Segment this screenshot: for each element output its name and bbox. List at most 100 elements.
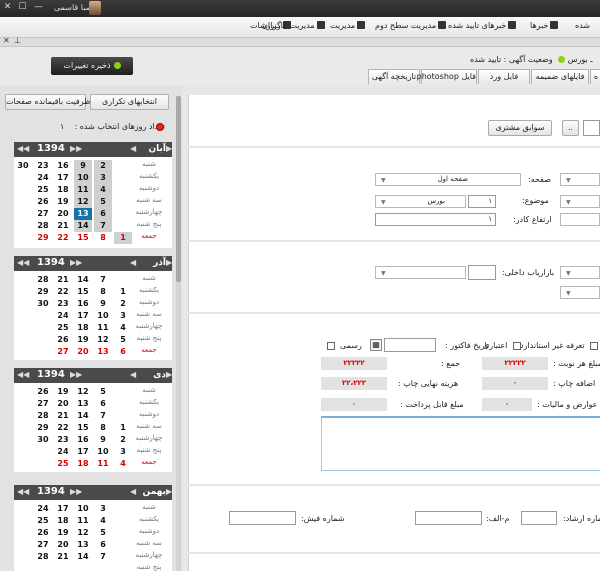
prev-month-icon[interactable]: ◀ [130, 487, 136, 496]
customer-field[interactable] [583, 120, 600, 136]
topic-number-field[interactable]: ۱ [468, 195, 496, 208]
day-24[interactable]: 24 [34, 172, 52, 184]
day-9[interactable]: 9 [74, 160, 92, 172]
non-standard-checkbox[interactable] [590, 342, 598, 350]
menu-item-approved-news[interactable]: خبرهای تایید شده [448, 21, 517, 30]
mf-field[interactable] [415, 511, 482, 525]
day-17[interactable]: 17 [54, 172, 72, 184]
ellipsis-button[interactable]: .. [562, 120, 579, 136]
day-12[interactable]: 12 [74, 196, 92, 208]
menu-item-news[interactable]: خبرها [530, 21, 559, 30]
frame-side-field[interactable] [560, 213, 600, 226]
day-16[interactable]: 16 [54, 160, 72, 172]
day-21[interactable]: 21 [54, 220, 72, 232]
topic-side-select[interactable]: ▼ [560, 195, 600, 208]
amount-per-turn-value: ۲۲۲۲۲ [482, 357, 548, 370]
mf-label: م-الف: [486, 514, 510, 523]
prev-year-icon[interactable]: ◀◀ [17, 370, 29, 379]
marketer-select[interactable]: ▼ [375, 266, 466, 279]
tab-word-file[interactable]: فایل ورد [478, 69, 530, 84]
tab-more[interactable]: ه [590, 69, 600, 84]
prev-year-icon[interactable]: ◀◀ [17, 144, 29, 153]
sum-label: جمع : [441, 359, 461, 368]
tab-ad-history[interactable]: تاریخچه آگهی [368, 69, 420, 84]
day-19[interactable]: 19 [54, 196, 72, 208]
marketer-side-select-2[interactable]: ▼ [560, 286, 600, 299]
close-doc-icon[interactable]: ✕ [3, 36, 10, 45]
prev-month-icon[interactable]: ◀ [130, 144, 136, 153]
day-23[interactable]: 23 [34, 160, 52, 172]
day-13-selected[interactable]: 13 [74, 208, 92, 220]
tab-attachments[interactable]: فایلهای ضمیمه [531, 69, 589, 84]
day-29[interactable]: 29 [34, 232, 52, 244]
tab-photoshop-file[interactable]: فایل photoshop [417, 69, 477, 84]
chevron-down-icon: ▼ [381, 270, 386, 277]
menu-item-user-management[interactable]: مدیریت کاربران [262, 21, 325, 30]
day-15[interactable]: 15 [74, 232, 92, 244]
day-14[interactable]: 14 [74, 220, 92, 232]
day-18[interactable]: 18 [54, 184, 72, 196]
pin-icon[interactable]: ⊥ [14, 36, 21, 45]
prev-month-icon[interactable]: ◀ [130, 258, 136, 267]
frame-height-field[interactable]: ۱ [375, 213, 496, 226]
customer-history-button[interactable]: سوابق مشتری [488, 120, 552, 136]
marketer-label: بازاریاب داخلی: [502, 268, 555, 277]
save-button[interactable]: ذخیره تغییرات [51, 57, 133, 75]
menu-item-second-level[interactable]: مدیریت سطح دوم [375, 21, 447, 30]
notes-textarea[interactable] [321, 416, 600, 471]
main-menu: گزارشات مدیریت مدیریت کاربران مدیریت سطح… [0, 17, 600, 38]
official-checkbox[interactable] [327, 342, 335, 350]
selected-indicator-icon [156, 123, 164, 131]
next-year-icon[interactable]: ▶▶ [70, 258, 82, 267]
invoice-date-field[interactable] [384, 338, 436, 352]
next-month-icon[interactable]: ▶ [166, 144, 172, 153]
page-side-select[interactable]: ▼ [560, 173, 600, 186]
day-30[interactable]: 30 [14, 160, 32, 172]
menu-item-approved[interactable]: شده [575, 21, 590, 30]
day-11[interactable]: 11 [74, 184, 92, 196]
print-surcharge-label: اضافه چاپ : [553, 379, 596, 388]
restore-icon[interactable]: ☐ [17, 2, 28, 13]
gears-icon [438, 21, 447, 29]
marketer-code-field[interactable] [468, 265, 496, 280]
next-month-icon[interactable]: ▶ [166, 258, 172, 267]
receipt-number-label: شماره فیش: [301, 514, 345, 523]
next-year-icon[interactable]: ▶▶ [70, 370, 82, 379]
selected-days: تعداد روزهای انتخاب شده : ۱ [60, 122, 166, 131]
avatar[interactable] [89, 1, 101, 15]
marketer-side-select[interactable]: ▼ [560, 266, 600, 279]
day-10[interactable]: 10 [74, 172, 92, 184]
day-5[interactable]: 5 [94, 196, 112, 208]
day-26[interactable]: 26 [34, 196, 52, 208]
day-20[interactable]: 20 [54, 208, 72, 220]
next-month-icon[interactable]: ▶ [166, 370, 172, 379]
next-month-icon[interactable]: ▶ [166, 487, 172, 496]
topic-select[interactable]: بورس ▼ [375, 195, 466, 208]
day-3[interactable]: 3 [94, 172, 112, 184]
remaining-capacity-button[interactable]: ظرفیت باقیمانده صفحات [5, 94, 91, 110]
day-25[interactable]: 25 [34, 184, 52, 196]
prev-year-icon[interactable]: ◀◀ [17, 487, 29, 496]
prev-month-icon[interactable]: ◀ [130, 370, 136, 379]
day-22[interactable]: 22 [54, 232, 72, 244]
receipt-number-field[interactable] [229, 511, 296, 525]
day-7[interactable]: 7 [94, 220, 112, 232]
close-icon[interactable]: ✕ [2, 2, 13, 13]
next-year-icon[interactable]: ▶▶ [70, 487, 82, 496]
day-8[interactable]: 8 [94, 232, 112, 244]
day-1[interactable]: 1 [114, 232, 132, 244]
repeat-select-button[interactable]: انتخابهای تکراری [90, 94, 169, 110]
prev-year-icon[interactable]: ◀◀ [17, 258, 29, 267]
page-select[interactable]: صفحه اول ▼ [375, 173, 521, 186]
day-6[interactable]: 6 [94, 208, 112, 220]
next-year-icon[interactable]: ▶▶ [70, 144, 82, 153]
sum-value: ۲۲۲۲۲ [321, 357, 387, 370]
calendar-icon[interactable]: ▦ [370, 339, 382, 351]
menu-item-management[interactable]: مدیریت [330, 21, 366, 30]
day-28[interactable]: 28 [34, 220, 52, 232]
day-27[interactable]: 27 [34, 208, 52, 220]
day-2[interactable]: 2 [94, 160, 112, 172]
calendar-scrollbar-thumb[interactable] [176, 96, 181, 282]
minimize-icon[interactable]: — [33, 2, 44, 13]
day-4[interactable]: 4 [94, 184, 112, 196]
